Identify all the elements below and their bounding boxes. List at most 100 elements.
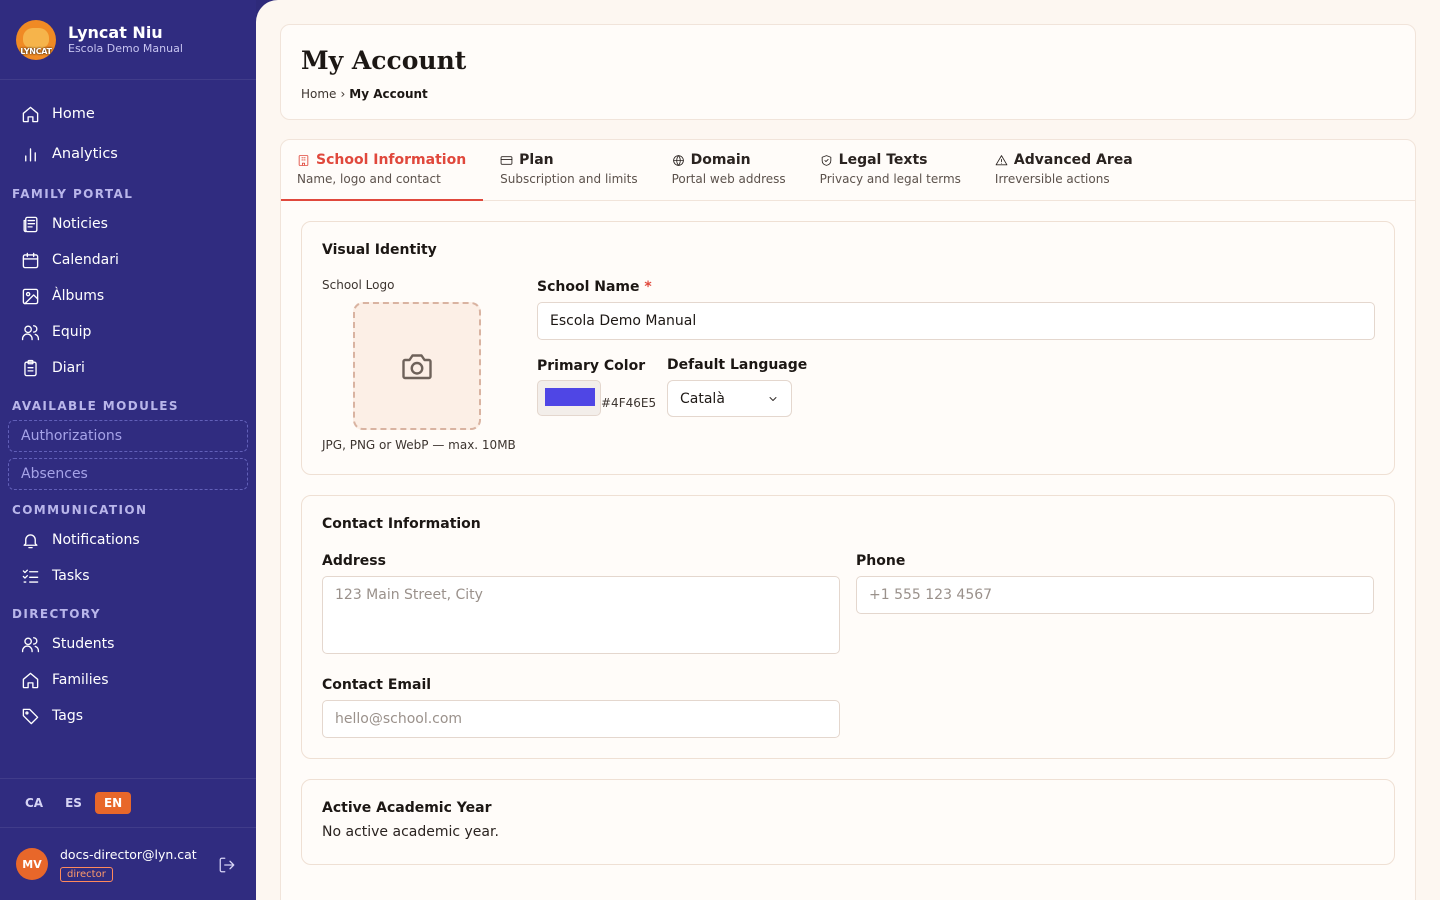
logo-hint: JPG, PNG or WebP — max. 10MB (322, 438, 516, 452)
sidebar-item-label: Analytics (52, 146, 118, 162)
breadcrumb-current: My Account (349, 87, 428, 101)
tab-subtitle: Privacy and legal terms (819, 172, 961, 186)
sidebar-item-label: Home (52, 106, 95, 122)
sidebar-item-label: Notifications (52, 532, 140, 548)
sidebar-item-equip[interactable]: Equip (0, 314, 256, 350)
tab-subtitle: Subscription and limits (500, 172, 638, 186)
globe-icon (672, 154, 684, 166)
users-icon (20, 322, 40, 342)
user-panel: MV docs-director@lyn.cat director (0, 828, 256, 900)
sidebar-nav: Home Analytics Family Portal Noticies Ca… (0, 80, 256, 734)
module-absences[interactable]: Absences (8, 458, 248, 490)
section-communication: Communication (12, 503, 148, 517)
page-title: My Account (301, 46, 467, 75)
main-content: My Account Home › My Account School Info… (256, 0, 1440, 900)
logout-icon[interactable] (218, 856, 236, 874)
address-label: Address (322, 553, 386, 569)
required-mark: * (644, 279, 652, 295)
tab-plan[interactable]: Plan Subscription and limits (500, 140, 654, 200)
breadcrumb-home[interactable]: Home (301, 87, 336, 101)
active-academic-year-section: Active Academic Year No active academic … (301, 779, 1395, 865)
sidebar-item-calendari[interactable]: Calendari (0, 242, 256, 278)
module-authorizations[interactable]: Authorizations (8, 420, 248, 452)
lyncat-logo: LYNCAT (16, 19, 56, 60)
tab-legal-texts[interactable]: Legal Texts Privacy and legal terms (820, 140, 978, 200)
bar-chart-icon (20, 144, 40, 164)
sidebar-item-label: Àlbums (52, 288, 105, 304)
tab-advanced-area[interactable]: Advanced Area Irreversible actions (995, 140, 1150, 200)
sidebar-item-label: Noticies (52, 216, 108, 232)
default-language-select[interactable]: Català (667, 380, 792, 417)
building-icon (298, 154, 309, 166)
sidebar-item-tasks[interactable]: Tasks (0, 558, 256, 594)
sidebar-item-home[interactable]: Home (0, 94, 256, 134)
sidebar-item-label: Diari (52, 360, 85, 376)
page-header: My Account Home › My Account (280, 24, 1416, 120)
tab-subtitle: Irreversible actions (994, 172, 1110, 186)
primary-color-picker[interactable] (537, 380, 601, 416)
lang-en[interactable]: EN (94, 792, 132, 814)
phone-label: Phone (856, 553, 906, 569)
newspaper-icon (20, 214, 40, 234)
camera-icon (402, 354, 432, 380)
contact-information-section: Contact Information Address 123 Main Str… (301, 495, 1395, 759)
sidebar-item-noticies[interactable]: Noticies (0, 206, 256, 242)
sidebar-item-label: Tags (52, 708, 83, 724)
sidebar-item-diari[interactable]: Diari (0, 350, 256, 386)
primary-color-label: Primary Color (537, 358, 646, 374)
contact-email-input[interactable]: hello@school.com (322, 700, 840, 738)
sidebar-item-families[interactable]: Families (0, 662, 256, 698)
primary-color-hex: #4F46E5 (601, 396, 657, 410)
sidebar-item-label: Calendari (52, 252, 119, 268)
tab-bar: School Information Name, logo and contac… (280, 140, 1415, 201)
role-badge: director (60, 866, 113, 882)
section-available-modules: Available Modules (12, 399, 179, 413)
section-directory: Directory (12, 607, 101, 621)
breadcrumb: Home › My Account (301, 87, 1395, 101)
sidebar-item-notifications[interactable]: Notifications (0, 522, 256, 558)
tab-subtitle: Name, logo and contact (297, 172, 441, 186)
default-language-label: Default Language (667, 357, 808, 373)
warning-icon (995, 154, 1008, 165)
avatar[interactable]: MV (16, 848, 48, 880)
lang-ca[interactable]: CA (16, 792, 52, 814)
language-switcher: CA ES EN (0, 778, 256, 828)
selected-language: Català (680, 390, 725, 407)
logo-upload-dropzone[interactable] (353, 302, 481, 430)
sidebar: LYNCAT Lyncat Niu Escola Demo Manual Hom… (0, 0, 256, 900)
sidebar-item-label: Equip (52, 324, 92, 340)
bell-icon (20, 530, 40, 550)
section-title: Active Academic Year (322, 800, 492, 816)
clipboard-icon (20, 358, 40, 378)
logo-label: School Logo (322, 278, 395, 292)
tab-domain[interactable]: Domain Portal web address (672, 140, 803, 200)
section-title: Contact Information (322, 516, 481, 532)
school-name: Escola Demo Manual (68, 42, 183, 55)
school-name-input[interactable]: Escola Demo Manual (537, 302, 1375, 340)
shield-check-icon (821, 154, 831, 166)
sidebar-item-albums[interactable]: Àlbums (0, 278, 256, 314)
contact-email-label: Contact Email (322, 677, 432, 693)
breadcrumb-separator: › (340, 87, 346, 101)
lang-es[interactable]: ES (56, 792, 91, 814)
phone-input[interactable]: +1 555 123 4567 (856, 576, 1374, 614)
tab-subtitle: Portal web address (671, 172, 786, 186)
list-checks-icon (20, 566, 40, 586)
sidebar-item-analytics[interactable]: Analytics (0, 134, 256, 174)
image-icon (20, 286, 40, 306)
brand-header[interactable]: LYNCAT Lyncat Niu Escola Demo Manual (0, 0, 256, 80)
sidebar-item-tags[interactable]: Tags (0, 698, 256, 734)
section-title: Visual Identity (322, 242, 437, 258)
tag-icon (20, 706, 40, 726)
tab-school-information[interactable]: School Information Name, logo and contac… (280, 140, 484, 201)
school-name-label: School Name * (537, 279, 652, 295)
academic-year-value: No active academic year. (322, 824, 499, 840)
home-icon (20, 104, 40, 124)
settings-panel: School Information Name, logo and contac… (280, 139, 1416, 900)
sidebar-item-label: Students (52, 636, 115, 652)
sidebar-item-label: Families (52, 672, 109, 688)
address-textarea[interactable]: 123 Main Street, City (322, 576, 840, 654)
chevron-down-icon (769, 396, 777, 401)
visual-identity-section: Visual Identity School Logo JPG, PNG or … (301, 221, 1395, 475)
sidebar-item-students[interactable]: Students (0, 626, 256, 662)
